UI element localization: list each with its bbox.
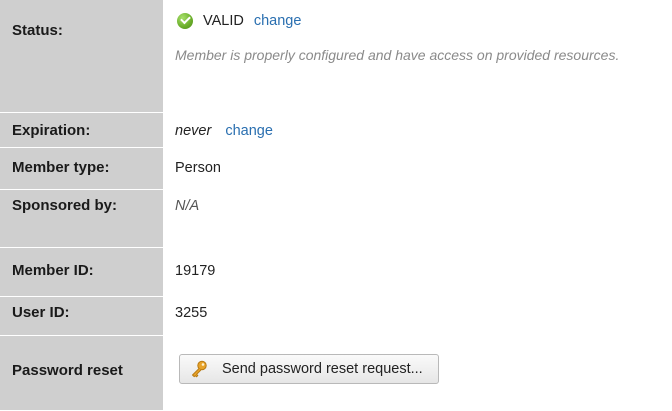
member-type-value: Person [175, 159, 221, 176]
expiration-change-link[interactable]: change [225, 123, 273, 139]
password-reset-value-cell: Send password reset request... [163, 335, 672, 411]
member-type-value-cell: Person [163, 147, 672, 190]
member-id-value: 19179 [175, 262, 216, 279]
check-circle-icon [177, 13, 193, 29]
send-password-reset-button[interactable]: Send password reset request... [179, 353, 439, 384]
user-id-label: User ID: [0, 296, 163, 336]
expiration-value: never [175, 122, 212, 139]
status-value-cell: VALID change Member is properly configur… [163, 0, 672, 113]
status-change-link[interactable]: change [254, 12, 302, 30]
member-type-row: Member type: Person [0, 147, 672, 190]
expiration-label: Expiration: [0, 112, 163, 148]
status-value: VALID [203, 13, 244, 29]
sponsored-by-label: Sponsored by: [0, 189, 163, 248]
member-id-row: Member ID: 19179 [0, 247, 672, 297]
member-details-table: Status: VALID change Member is properly … [0, 0, 672, 411]
send-password-reset-label: Send password reset request... [222, 360, 423, 377]
password-reset-row: Password reset Send password reset reque… [0, 335, 672, 411]
expiration-value-cell: never change [163, 112, 672, 148]
sponsored-by-value-cell: N/A [163, 189, 672, 248]
status-label: Status: [0, 0, 163, 113]
status-row: Status: VALID change Member is properly … [0, 0, 672, 113]
status-description: Member is properly configured and have a… [175, 47, 620, 63]
member-id-label: Member ID: [0, 247, 163, 297]
key-icon [192, 360, 207, 377]
sponsored-by-value: N/A [175, 197, 200, 214]
member-type-label: Member type: [0, 147, 163, 190]
expiration-row: Expiration: never change [0, 112, 672, 148]
sponsored-by-row: Sponsored by: N/A [0, 189, 672, 248]
user-id-row: User ID: 3255 [0, 296, 672, 336]
password-reset-label: Password reset [0, 335, 163, 411]
user-id-value-cell: 3255 [163, 296, 672, 336]
member-id-value-cell: 19179 [163, 247, 672, 297]
user-id-value: 3255 [175, 304, 208, 321]
status-line: VALID change [175, 12, 672, 30]
